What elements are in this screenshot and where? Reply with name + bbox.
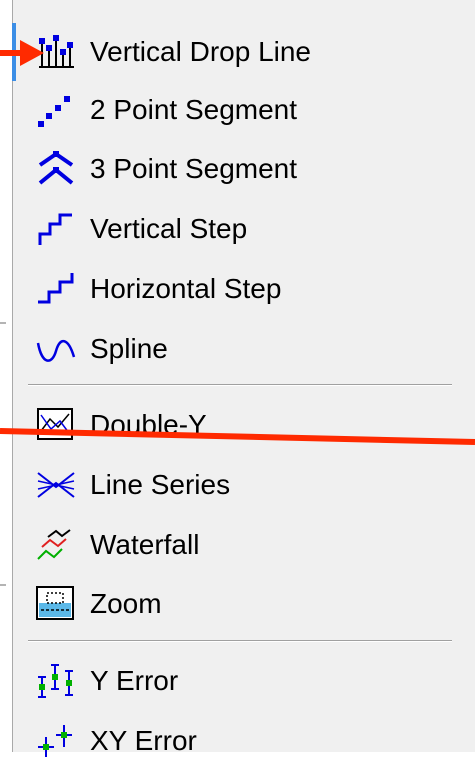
double-y-icon [36,407,76,443]
menu-item-label: Waterfall [90,529,200,560]
menu-item-xy-error[interactable]: XY Error [16,712,475,770]
menu-item-line-series[interactable]: Line Series [16,456,475,514]
menu-item-label: Vertical Drop Line [90,36,312,67]
menu-separator [28,384,452,387]
xy-error-icon [36,723,76,759]
menu-item-label: Vertical Step [90,213,248,244]
menu-item-y-error[interactable]: Y Error [16,652,475,710]
menu-item-waterfall[interactable]: Waterfall [16,516,475,574]
left-edge-tick [0,584,6,586]
three-point-segment-icon [36,151,76,187]
horizontal-step-icon [36,271,76,307]
context-menu: Vertical Drop Line 2 Point Segment 3 Poi… [0,0,475,757]
menu-item-vertical-step[interactable]: Vertical Step [16,200,475,258]
line-series-icon [36,467,76,503]
menu-item-label: 3 Point Segment [90,153,298,184]
waterfall-icon [36,527,76,563]
menu-item-label: Double-Y [90,409,207,440]
menu-item-label: 2 Point Segment [90,94,298,125]
menu-item-vertical-drop-line[interactable]: Vertical Drop Line [16,23,475,81]
spline-icon [36,331,76,367]
menu-separator [28,640,452,643]
menu-item-label: Y Error [90,665,179,696]
menu-item-label: Spline [90,333,168,364]
left-edge-tick [0,322,6,324]
vertical-drop-line-icon [36,34,76,70]
menu-item-zoom[interactable]: Zoom [16,575,475,633]
two-point-segment-icon [36,92,76,128]
zoom-icon [36,586,76,622]
menu-item-label: Zoom [90,588,162,619]
menu-item-label: Line Series [90,469,231,500]
y-error-icon [36,663,76,699]
menu-item-2-point-segment[interactable]: 2 Point Segment [16,81,475,139]
menu-item-3-point-segment[interactable]: 3 Point Segment [16,140,475,198]
menu-item-spline[interactable]: Spline [16,320,475,378]
vertical-step-icon [36,211,76,247]
menu-item-double-y[interactable]: Double-Y [16,396,475,454]
menu-item-label: Horizontal Step [90,273,282,304]
menu-item-label: XY Error [90,725,197,756]
menu-left-edge [0,0,13,752]
menu-item-horizontal-step[interactable]: Horizontal Step [16,260,475,318]
